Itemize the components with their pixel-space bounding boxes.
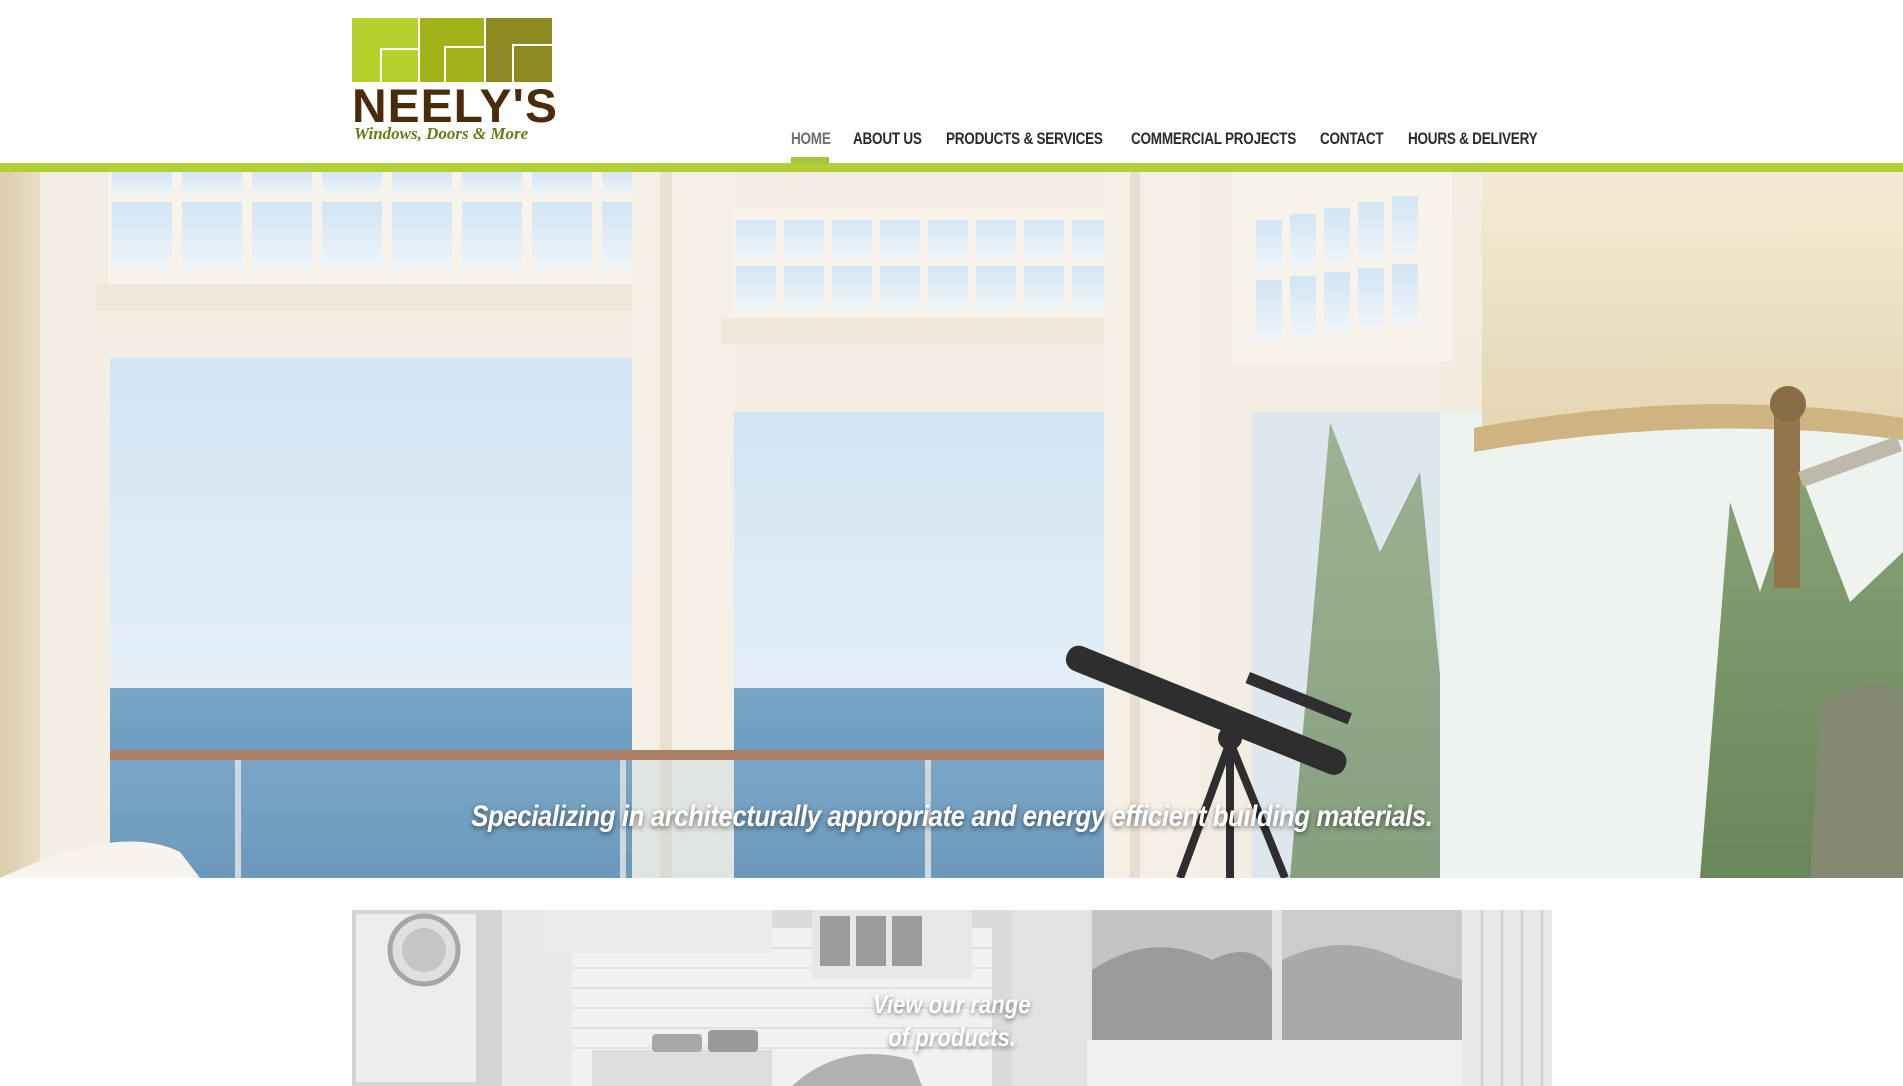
hero-caption: Specializing in architecturally appropri… xyxy=(0,800,1903,834)
logo-block-right xyxy=(486,18,552,82)
logo-tagline: Windows, Doors & More xyxy=(354,124,529,143)
hero-caption-text: Specializing in architecturally appropri… xyxy=(470,800,1433,833)
products-cta-line2: of products. xyxy=(888,1022,1016,1052)
site-logo[interactable]: NEELY'S Windows, Doors & More xyxy=(352,18,557,144)
hero-banner: Specializing in architecturally appropri… xyxy=(0,172,1903,878)
logo-window-mark xyxy=(352,18,552,82)
logo-wordmark: NEELY'S xyxy=(352,79,558,132)
products-cta: View our range of products. xyxy=(352,988,1552,1054)
products-cta-line1: View our range xyxy=(873,989,1031,1019)
nav-home[interactable]: HOME xyxy=(791,130,831,149)
nav-products-services[interactable]: PRODUCTS & SERVICES xyxy=(946,130,1103,149)
hero-image xyxy=(0,172,1903,878)
site-header: NEELY'S Windows, Doors & More HOME ABOUT… xyxy=(0,0,1903,164)
logo-block-left xyxy=(352,18,418,82)
nav-commercial-projects[interactable]: COMMERCIAL PROJECTS xyxy=(1131,130,1296,149)
nav-about-us[interactable]: ABOUT US xyxy=(853,130,922,149)
nav-hours-delivery[interactable]: HOURS & DELIVERY xyxy=(1408,130,1538,149)
products-banner-link[interactable]: View our range of products. xyxy=(352,910,1552,1086)
nav-contact[interactable]: CONTACT xyxy=(1320,130,1384,149)
header-accent-bar xyxy=(0,163,1903,172)
logo-block-middle xyxy=(420,18,484,82)
